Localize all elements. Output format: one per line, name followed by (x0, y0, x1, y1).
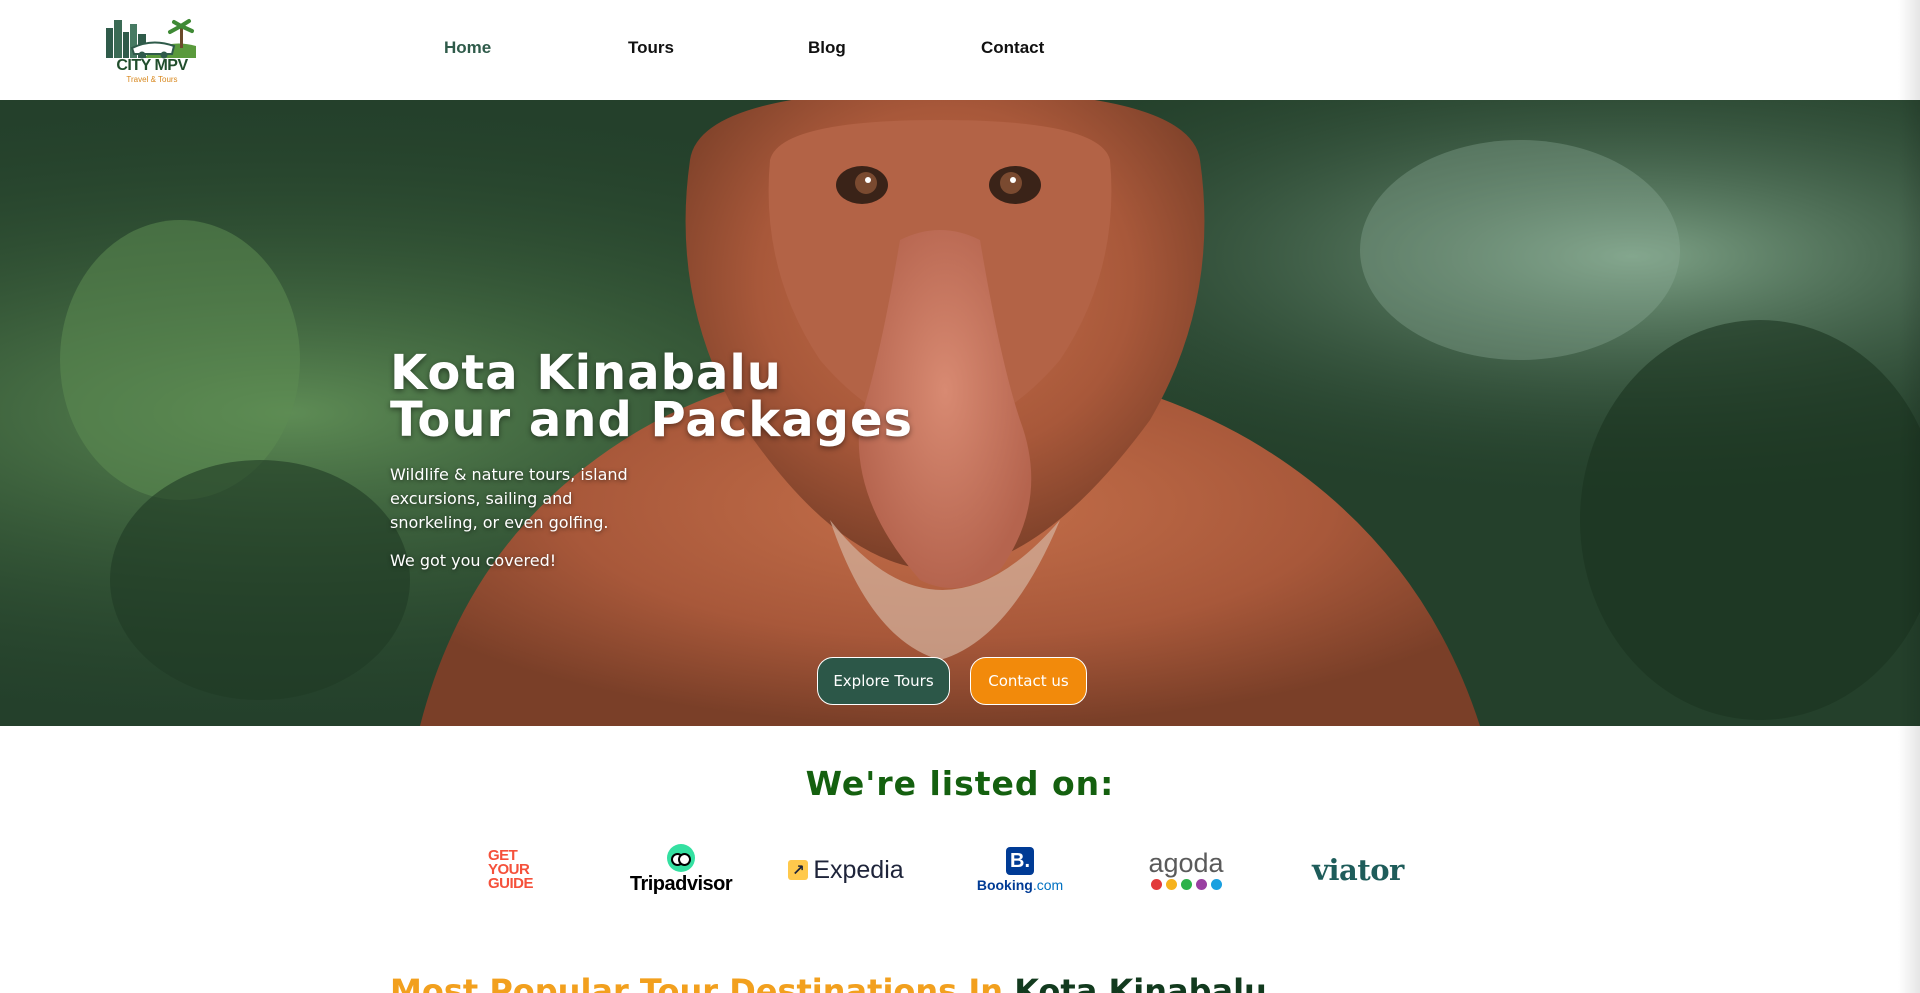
booking-b-icon: B. (1006, 847, 1034, 875)
city-skyline-icon (106, 19, 196, 59)
booking-logo[interactable]: B. Booking.com (970, 840, 1070, 900)
nav-contact[interactable]: Contact (981, 38, 1044, 58)
agoda-dot-4 (1195, 879, 1207, 890)
logo-text: CITY MPV (116, 57, 188, 74)
expedia-logo[interactable]: ↗ Expedia (786, 840, 906, 900)
site-logo[interactable]: CITY MPV Travel & Tours (96, 16, 204, 88)
logo-subtext: Travel & Tours (126, 75, 178, 84)
hero-title-line1: Kota Kinabalu (390, 345, 782, 401)
nav-tours[interactable]: Tours (628, 38, 674, 58)
agoda-text: agoda (1148, 848, 1224, 878)
popular-heading-part1: Most Popular Tour Destinations In (390, 972, 1004, 993)
gyg-line-3: GUIDE (488, 875, 534, 892)
agoda-dots-icon (1150, 879, 1222, 890)
nav-home[interactable]: Home (444, 38, 491, 58)
nav-blog[interactable]: Blog (808, 38, 846, 58)
agoda-dot-1 (1150, 879, 1162, 890)
listed-on-heading: We're listed on: (805, 764, 1115, 803)
agoda-dot-3 (1180, 879, 1192, 890)
contact-us-button[interactable]: Contact us (970, 657, 1087, 705)
popular-destinations-heading: Most Popular Tour Destinations In Kota K… (390, 972, 1267, 993)
hero-title: Kota Kinabalu Tour and Packages (390, 345, 914, 448)
site-header: CITY MPV Travel & Tours Home Tours Blog … (0, 0, 1920, 100)
agoda-dot-5 (1210, 879, 1222, 890)
hero-description: Wildlife & nature tours, island excursio… (390, 465, 628, 532)
hero-title-line2: Tour and Packages (390, 392, 914, 448)
getyourguide-logo[interactable]: GET YOUR GUIDE (488, 840, 548, 900)
proboscis-monkey-photo (0, 100, 1920, 726)
tripadvisor-logo[interactable]: Tripadvisor (629, 840, 733, 900)
booking-text: Booking.com (977, 877, 1063, 893)
agoda-dot-2 (1165, 879, 1177, 890)
expedia-arrow-icon: ↗ (788, 860, 809, 880)
agoda-logo[interactable]: agoda (1140, 840, 1232, 900)
booking-text-suffix: .com (1032, 877, 1064, 893)
booking-text-main: Booking (976, 877, 1033, 893)
tripadvisor-owl-icon (667, 844, 695, 872)
hero-section: Kota Kinabalu Tour and Packages Wildlife… (0, 100, 1920, 726)
expedia-text: Expedia (813, 855, 904, 884)
viator-logo[interactable]: viator (1300, 840, 1416, 900)
scrollbar-shadow (1898, 0, 1920, 993)
tripadvisor-text: Tripadvisor (629, 873, 733, 895)
viator-text: viator (1312, 853, 1404, 887)
popular-heading-part2: Kota Kinabalu (1014, 972, 1267, 993)
hero-tagline: We got you covered! (390, 551, 557, 570)
explore-tours-button[interactable]: Explore Tours (817, 657, 950, 705)
